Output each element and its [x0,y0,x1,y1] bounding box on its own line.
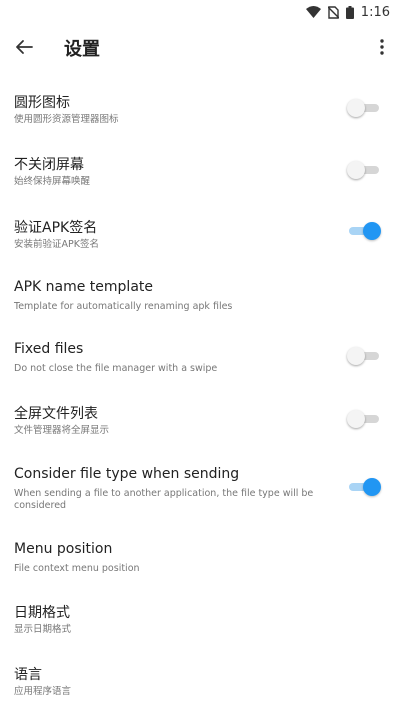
back-button[interactable] [12,35,36,59]
more-vertical-icon [380,39,384,55]
keep-screen-on-toggle[interactable] [347,160,381,180]
setting-title: APK name template [14,279,154,295]
setting-round-icons[interactable]: 圆形图标 使用圆形资源管理器图标 [0,90,400,145]
setting-title: 语言 [14,667,42,683]
setting-summary: When sending a file to another applicati… [14,488,314,511]
setting-menu-position[interactable]: Menu position File context menu position [0,539,400,594]
setting-keep-screen-on[interactable]: 不关闭屏幕 始终保持屏幕唤醒 [0,152,400,207]
setting-summary: 文件管理器将全屏显示 [14,425,110,436]
status-time: 1:16 [360,4,390,20]
setting-summary: 始终保持屏幕唤醒 [14,176,91,187]
setting-language[interactable]: 语言 应用程序语言 [0,662,400,707]
setting-fullscreen-file-list[interactable]: 全屏文件列表 文件管理器将全屏显示 [0,401,400,456]
setting-title: 日期格式 [14,605,70,621]
setting-summary: 显示日期格式 [14,624,72,635]
overflow-menu-button[interactable] [376,35,388,59]
setting-title: 全屏文件列表 [14,406,98,422]
setting-date-format[interactable]: 日期格式 显示日期格式 [0,600,400,655]
setting-title: Consider file type when sending [14,466,240,482]
round-icons-toggle[interactable] [347,98,381,118]
setting-summary: File context menu position [14,563,140,574]
setting-title: 不关闭屏幕 [14,157,84,173]
setting-summary: 安装前验证APK签名 [14,239,99,250]
setting-fixed-files[interactable]: Fixed files Do not close the file manage… [0,339,400,394]
status-bar: 1:16 [0,0,400,24]
arrow-left-icon [16,40,33,54]
fullscreen-file-list-toggle[interactable] [347,409,381,429]
verify-apk-signature-toggle[interactable] [347,221,381,241]
setting-title: Menu position [14,541,113,557]
setting-title: Fixed files [14,341,84,357]
setting-title: 圆形图标 [14,95,70,111]
no-sim-icon [327,5,339,19]
setting-verify-apk-signature[interactable]: 验证APK签名 安装前验证APK签名 [0,215,400,270]
app-bar: 设置 [0,24,400,70]
consider-file-type-toggle[interactable] [347,477,381,497]
setting-summary: 应用程序语言 [14,686,72,697]
setting-summary: Do not close the file manager with a swi… [14,363,218,374]
setting-summary: Template for automatically renaming apk … [14,301,233,312]
fixed-files-toggle[interactable] [347,346,381,366]
setting-apk-name-template[interactable]: APK name template Template for automatic… [0,277,400,332]
setting-title: 验证APK签名 [14,220,98,236]
battery-icon [345,5,354,19]
setting-summary: 使用圆形资源管理器图标 [14,114,119,125]
page-title: 设置 [64,39,100,60]
setting-consider-file-type[interactable]: Consider file type when sending When sen… [0,464,400,529]
wifi-icon [305,6,321,18]
